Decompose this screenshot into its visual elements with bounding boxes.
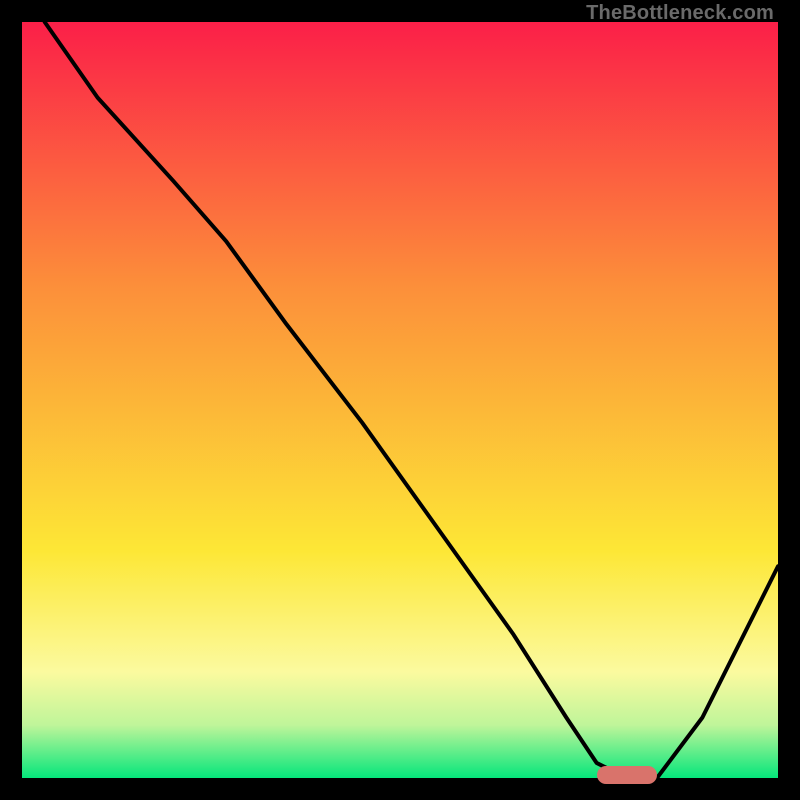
chart-frame	[22, 22, 778, 778]
bottleneck-chart	[22, 22, 778, 778]
gradient-background	[22, 22, 778, 778]
optimal-range-marker	[597, 766, 657, 784]
